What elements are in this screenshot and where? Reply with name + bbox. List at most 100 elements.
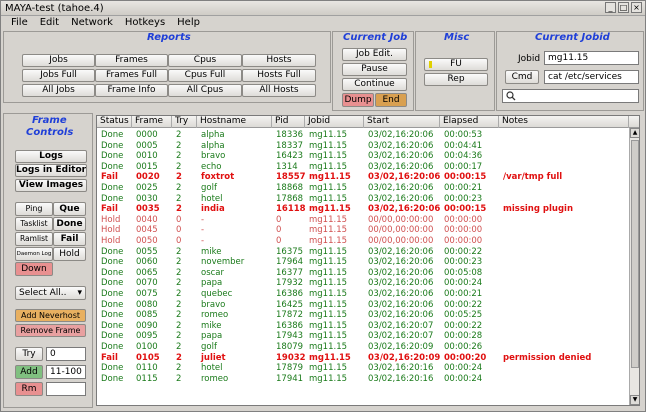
jobs-full-button[interactable]: Jobs Full: [22, 69, 95, 82]
col-try[interactable]: Try: [172, 116, 197, 128]
col-elapsed[interactable]: Elapsed: [440, 116, 499, 128]
cell-start: 03/02,16:20:06: [368, 140, 434, 151]
scroll-thumb[interactable]: [631, 140, 639, 368]
col-status[interactable]: Status: [97, 116, 132, 128]
table-row[interactable]: Done 0065 2 oscar 16377 mg11.15 03/02,16:20:06…: [97, 268, 631, 278]
scroll-down-icon[interactable]: ▼: [630, 395, 639, 405]
add-button[interactable]: Add: [15, 365, 43, 379]
cmd-input[interactable]: cat /etc/services: [544, 70, 639, 84]
menu-file[interactable]: File: [11, 16, 28, 31]
cmd-button[interactable]: Cmd: [505, 70, 539, 84]
table-row[interactable]: Done 0090 2 mike 16386 mg11.15 03/02,16:20:07 0…: [97, 321, 631, 331]
title-bar[interactable]: MAYA-test (tahoe.4) _ □ ×: [1, 1, 645, 16]
menu-hotkeys[interactable]: Hotkeys: [125, 16, 165, 31]
cell-jobid: mg11.15: [309, 130, 348, 140]
table-row[interactable]: Fail 0035 2 india 16118 mg11.15 03/02,16:20:06…: [97, 204, 631, 214]
logs-button[interactable]: Logs: [15, 150, 87, 163]
search-input[interactable]: [502, 89, 639, 103]
menu-network[interactable]: Network: [71, 16, 113, 31]
col-notes[interactable]: Notes: [499, 116, 629, 128]
que-button[interactable]: Que: [53, 202, 86, 216]
table-row[interactable]: Done 0115 2 romeo 17941 mg11.15 03/02,16:20:16…: [97, 374, 631, 384]
hosts-button[interactable]: Hosts: [242, 54, 316, 67]
down-button[interactable]: Down: [15, 262, 53, 276]
table-row[interactable]: Done 0030 2 hotel 17868 mg11.15 03/02,16:20:06…: [97, 194, 631, 204]
all-jobs-button[interactable]: All Jobs: [22, 84, 95, 97]
col-pid[interactable]: Pid: [272, 116, 305, 128]
cpus-full-button[interactable]: Cpus Full: [168, 69, 242, 82]
menu-help[interactable]: Help: [177, 16, 200, 31]
close-icon[interactable]: ×: [631, 2, 642, 13]
frame-info-button[interactable]: Frame Info: [95, 84, 168, 97]
table-row[interactable]: Fail 0105 2 juliet 19032 mg11.15 03/02,16:20:0…: [97, 353, 631, 363]
cell-elapsed: 00:00:23: [444, 257, 483, 268]
ramlist-button[interactable]: Ramlist: [15, 232, 53, 246]
table-row[interactable]: Done 0085 2 romeo 17872 mg11.15 03/02,16:20:06…: [97, 310, 631, 320]
cell-elapsed: 00:00:00: [444, 225, 483, 236]
col-jobid[interactable]: Jobid: [305, 116, 364, 128]
table-row[interactable]: Hold 0050 0 - 0 mg11.15 00/00,00:00:00 00:00:00: [97, 236, 631, 246]
dump-button[interactable]: Dump: [342, 93, 374, 107]
frames-full-button[interactable]: Frames Full: [95, 69, 168, 82]
maximize-icon[interactable]: □: [618, 2, 629, 13]
table-row[interactable]: Done 0070 2 papa 17932 mg11.15 03/02,16:20:06 0…: [97, 278, 631, 288]
ping-button[interactable]: Ping: [15, 202, 53, 216]
try-input[interactable]: 0: [46, 347, 86, 361]
add-input[interactable]: 11-100: [46, 365, 86, 379]
jobid-input[interactable]: mg11.15: [544, 51, 639, 65]
end-button[interactable]: End: [375, 93, 407, 107]
fail-button[interactable]: Fail: [53, 232, 86, 246]
select-all-dropdown[interactable]: Select All.. ▾: [15, 286, 86, 300]
continue-button[interactable]: Continue: [342, 78, 407, 91]
remove-frame-button[interactable]: Remove Frame: [15, 324, 86, 337]
all-hosts-button[interactable]: All Hosts: [242, 84, 316, 97]
add-neverhost-button[interactable]: Add Neverhost: [15, 309, 86, 322]
daemon-log-button[interactable]: Daemon Log: [15, 247, 53, 261]
table-row[interactable]: Hold 0045 0 - 0 mg11.15 00/00,00:00:00 00:00:00: [97, 225, 631, 235]
minimize-icon[interactable]: _: [605, 2, 616, 13]
rm-input[interactable]: [46, 382, 86, 396]
fu-button[interactable]: FU: [424, 58, 488, 71]
cell-try: 0: [176, 214, 182, 225]
cell-start: 00/00,00:00:00: [368, 236, 434, 246]
cell-status: Done: [101, 320, 124, 331]
logs-in-editor-button[interactable]: Logs in Editor: [15, 164, 87, 177]
view-images-button[interactable]: View Images: [15, 179, 87, 192]
cpus-button[interactable]: Cpus: [168, 54, 242, 67]
col-frame[interactable]: Frame: [132, 116, 172, 128]
table-row[interactable]: Done 0060 2 november 17964 mg11.15 03/02,16:20…: [97, 257, 631, 267]
table-row[interactable]: Done 0005 2 alpha 18337 mg11.15 03/02,16:20:06…: [97, 141, 631, 151]
tasklist-button[interactable]: Tasklist: [15, 217, 53, 231]
frames-button[interactable]: Frames: [95, 54, 168, 67]
rep-button[interactable]: Rep: [424, 73, 488, 86]
table-row[interactable]: Done 0055 2 mike 16375 mg11.15 03/02,16:20:06 0…: [97, 247, 631, 257]
cell-notes: /var/tmp full: [503, 172, 563, 183]
hosts-full-button[interactable]: Hosts Full: [242, 69, 316, 82]
jobs-button[interactable]: Jobs: [22, 54, 95, 67]
table-row[interactable]: Done 0075 2 quebec 16386 mg11.15 03/02,16:20:0…: [97, 289, 631, 299]
all-cpus-button[interactable]: All Cpus: [168, 84, 242, 97]
table-row[interactable]: Done 0110 2 hotel 17879 mg11.15 03/02,16:20:16…: [97, 363, 631, 373]
table-row[interactable]: Done 0010 2 bravo 16423 mg11.15 03/02,16:20:06…: [97, 151, 631, 161]
table-row[interactable]: Hold 0040 0 - 0 mg11.15 00/00,00:00:00 00:00:00: [97, 215, 631, 225]
col-hostname[interactable]: Hostname: [197, 116, 272, 128]
table-row[interactable]: Done 0080 2 bravo 16425 mg11.15 03/02,16:20:06…: [97, 300, 631, 310]
table-row[interactable]: Done 0015 2 echo 1314 mg11.15 03/02,16:20:06 00…: [97, 162, 631, 172]
table-row[interactable]: Done 0000 2 alpha 18336 mg11.15 03/02,16:20:06…: [97, 130, 631, 140]
done-button[interactable]: Done: [53, 217, 86, 231]
vertical-scrollbar[interactable]: ▲ ▼: [629, 128, 639, 405]
table-row[interactable]: Done 0100 2 golf 18079 mg11.15 03/02,16:20:09 0…: [97, 342, 631, 352]
col-start[interactable]: Start: [364, 116, 440, 128]
scroll-up-icon[interactable]: ▲: [630, 128, 639, 138]
pause-button[interactable]: Pause: [342, 63, 407, 76]
hold-button[interactable]: Hold: [53, 247, 86, 261]
rm-button[interactable]: Rm: [15, 382, 43, 396]
try-button[interactable]: Try: [15, 347, 43, 361]
table-row[interactable]: Done 0025 2 golf 18868 mg11.15 03/02,16:20:06 0…: [97, 183, 631, 193]
table-row[interactable]: Fail 0020 2 foxtrot 18557 mg11.15 03/02,16:20:…: [97, 172, 631, 182]
job-edit-button[interactable]: Job Edit.: [342, 48, 407, 61]
cell-hostname: mike: [201, 320, 222, 331]
menu-edit[interactable]: Edit: [40, 16, 59, 31]
cell-hostname: golf: [201, 342, 217, 352]
table-row[interactable]: Done 0095 2 papa 17943 mg11.15 03/02,16:20:07 0…: [97, 331, 631, 341]
